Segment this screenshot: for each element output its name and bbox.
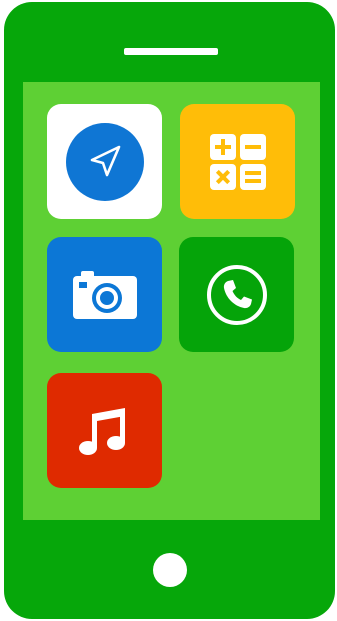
music-note-icon (78, 407, 125, 455)
navigation-arrow-icon (65, 122, 144, 201)
phone-call-icon (206, 264, 267, 325)
camera-icon (72, 270, 137, 319)
app-music[interactable] (47, 373, 162, 488)
phone-device (4, 2, 335, 619)
speaker-grille (124, 48, 218, 55)
home-button[interactable] (153, 553, 187, 587)
app-phone[interactable] (179, 237, 294, 352)
calculator-icon (209, 133, 266, 190)
app-calculator[interactable] (180, 104, 295, 219)
home-screen (23, 82, 320, 520)
app-camera[interactable] (47, 237, 162, 352)
app-maps[interactable] (47, 104, 162, 219)
